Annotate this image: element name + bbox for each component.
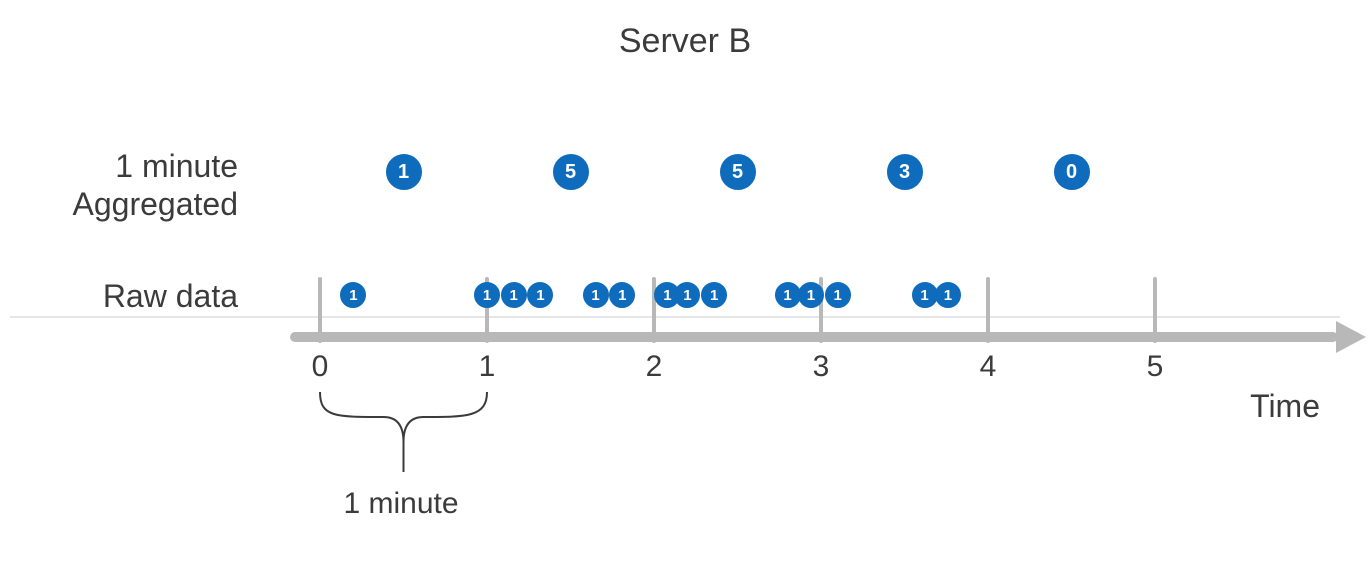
raw-point: 1 <box>825 282 851 308</box>
raw-point: 1 <box>527 282 553 308</box>
raw-point: 1 <box>340 282 366 308</box>
aggregated-point: 3 <box>887 154 923 190</box>
raw-point: 1 <box>501 282 527 308</box>
raw-point: 1 <box>912 282 938 308</box>
axis-tick-label: 2 <box>646 350 663 384</box>
axis-tick <box>1153 277 1157 343</box>
interval-brace <box>315 392 492 482</box>
aggregated-point: 1 <box>386 154 422 190</box>
axis-tick-label: 1 <box>479 350 496 384</box>
axis-tick-label: 3 <box>813 350 830 384</box>
raw-point: 1 <box>701 282 727 308</box>
row-label-raw: Raw data <box>0 278 238 316</box>
axis-tick <box>986 277 990 343</box>
raw-point: 1 <box>474 282 500 308</box>
row-label-aggregated-line1: 1 minute <box>115 148 238 184</box>
time-axis <box>290 332 1338 342</box>
axis-tick-label: 5 <box>1147 350 1164 384</box>
raw-point: 1 <box>798 282 824 308</box>
aggregated-point: 5 <box>720 154 756 190</box>
interval-label: 1 minute <box>344 487 459 521</box>
chart-title: Server B <box>0 22 1370 61</box>
raw-point: 1 <box>775 282 801 308</box>
aggregated-point: 5 <box>553 154 589 190</box>
row-label-aggregated: 1 minute Aggregated <box>0 148 238 224</box>
raw-point: 1 <box>609 282 635 308</box>
axis-shadow <box>10 316 1340 318</box>
axis-tick-label: 4 <box>980 350 997 384</box>
raw-point: 1 <box>935 282 961 308</box>
axis-tick-label: 0 <box>312 350 329 384</box>
row-label-aggregated-line2: Aggregated <box>73 186 238 222</box>
aggregated-point: 0 <box>1054 154 1090 190</box>
axis-tick <box>318 277 322 343</box>
raw-point: 1 <box>674 282 700 308</box>
raw-point: 1 <box>583 282 609 308</box>
axis-label-time: Time <box>1250 388 1320 425</box>
